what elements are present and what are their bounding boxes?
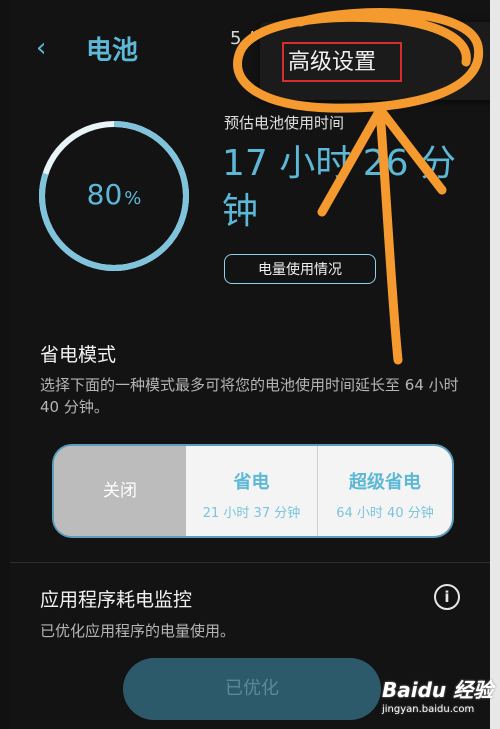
- watermark-url: jingyan.baidu.com: [382, 704, 475, 715]
- estimate-label: 预估电池使用时间: [224, 114, 345, 132]
- screenshot-frame-left: [0, 0, 10, 729]
- battery-percent-value: 80: [86, 178, 123, 211]
- battery-usage-button[interactable]: 电量使用情况: [224, 254, 376, 284]
- mode-name: 超级省电: [349, 472, 421, 493]
- estimate-value: 17 小时 26 分钟: [222, 143, 456, 232]
- screenshot-frame-right: [490, 0, 500, 729]
- power-saving-description: 选择下面的一种模式最多可将您的电池使用时间延长至 64 小时 40 分钟。: [40, 376, 459, 416]
- power-saving-title: 省电模式: [40, 344, 117, 366]
- mode-power-saving-option[interactable]: 省电 21 小时 37 分钟: [186, 446, 318, 536]
- mode-name: 省电: [233, 472, 270, 493]
- mode-off-option[interactable]: 关闭: [54, 446, 186, 536]
- section-divider: [10, 562, 490, 563]
- optimized-button[interactable]: 已优化: [123, 658, 381, 720]
- battery-percent-unit: %: [124, 188, 142, 209]
- menu-item-advanced-settings[interactable]: 高级设置: [282, 42, 402, 82]
- baidu-watermark: Baidu 经验 jingyan.baidu.com: [380, 674, 498, 726]
- mode-time: 64 小时 40 分钟: [336, 506, 434, 521]
- info-icon[interactable]: i: [434, 584, 460, 610]
- overflow-menu: 高级设置: [260, 22, 490, 100]
- mode-time: 21 小时 37 分钟: [202, 506, 301, 521]
- app-monitor-title: 应用程序耗电监控: [40, 589, 193, 611]
- app-monitor-description: 已优化应用程序的电量使用。: [40, 622, 236, 640]
- battery-percent: 80%: [38, 178, 190, 211]
- page-title: 电池: [86, 36, 139, 66]
- mode-ultra-saving-option[interactable]: 超级省电 64 小时 40 分钟: [318, 446, 452, 536]
- power-mode-selector: 关闭 省电 21 小时 37 分钟 超级省电 64 小时 40 分钟: [54, 446, 452, 536]
- chevron-left-icon[interactable]: ‹: [36, 34, 56, 62]
- watermark-logo: Baidu 经验: [382, 678, 494, 702]
- battery-screen: ‹ 电池 5 / 6 高级设置 80% 预估电池使用时间 17 小时 26 分钟…: [10, 0, 490, 729]
